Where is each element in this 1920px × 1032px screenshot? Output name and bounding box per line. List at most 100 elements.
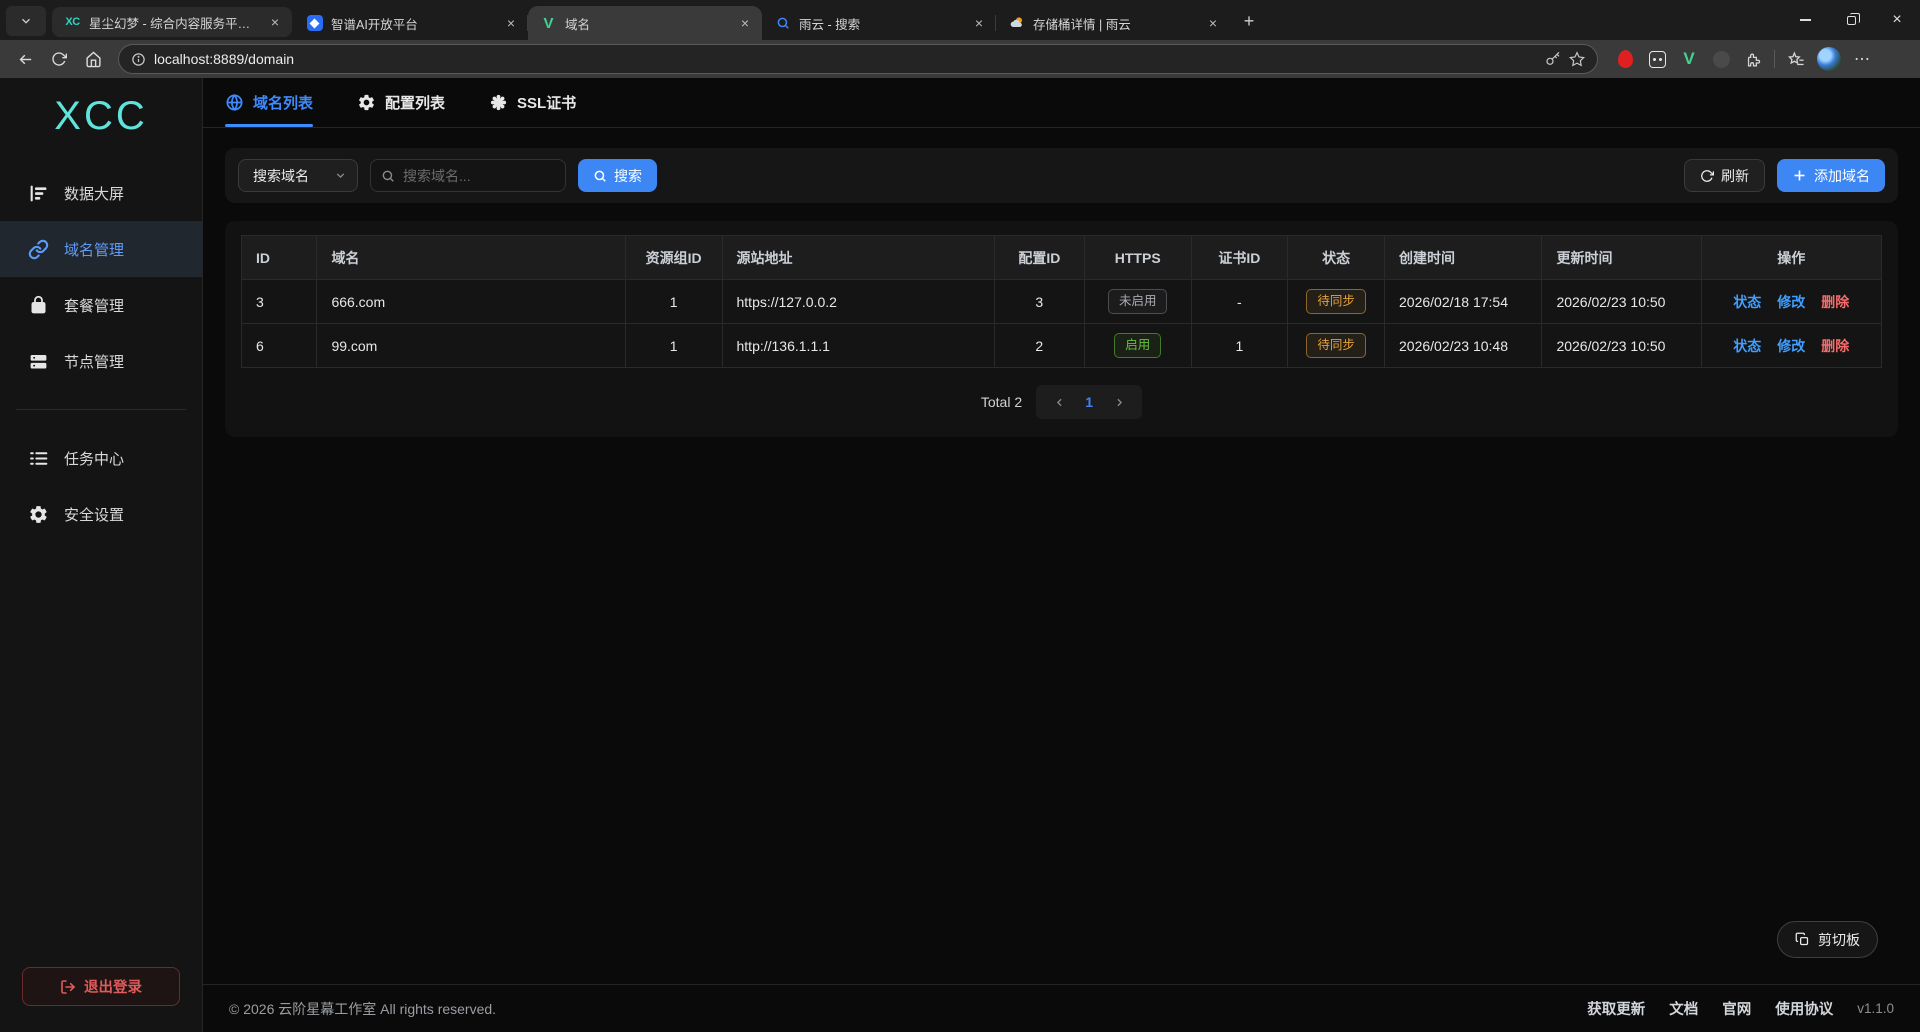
search-icon	[381, 169, 395, 183]
sidebar-item-plans[interactable]: 套餐管理	[0, 277, 202, 333]
bookmark-star-icon[interactable]	[1569, 51, 1585, 67]
github-extension-icon[interactable]	[1710, 48, 1732, 70]
tab-favicon-weather	[1008, 15, 1025, 32]
refresh-icon	[1700, 169, 1714, 183]
select-value: 搜索域名	[253, 166, 309, 186]
chevron-right-icon	[1113, 396, 1126, 409]
cell-ops: 状态 修改 删除	[1701, 280, 1881, 324]
plus-icon	[1792, 168, 1807, 183]
col-ops: 操作	[1701, 236, 1881, 280]
url-text[interactable]: localhost:8889/domain	[154, 51, 1537, 67]
certificate-seal-icon	[489, 93, 508, 112]
tab-search-button[interactable]	[6, 6, 46, 36]
new-tab-button[interactable]: +	[1234, 6, 1264, 36]
address-bar[interactable]: localhost:8889/domain	[118, 44, 1598, 74]
close-window-button[interactable]: ×	[1874, 0, 1920, 40]
sidebar-item-nodes[interactable]: 节点管理	[0, 333, 202, 389]
col-updated: 更新时间	[1542, 236, 1701, 280]
footer-link-docs[interactable]: 文档	[1669, 998, 1698, 1019]
minimize-button[interactable]	[1782, 0, 1828, 40]
tab-close-icon[interactable]: ×	[1204, 14, 1222, 32]
delete-action-link[interactable]: 删除	[1821, 292, 1849, 312]
link-icon	[28, 239, 49, 260]
delete-action-link[interactable]: 删除	[1821, 336, 1849, 356]
chevron-down-icon	[19, 14, 33, 28]
search-input-wrap	[370, 159, 566, 192]
logout-icon	[60, 979, 76, 995]
col-status: 状态	[1288, 236, 1385, 280]
add-domain-button[interactable]: 添加域名	[1777, 159, 1885, 192]
home-icon	[85, 51, 102, 68]
restore-button[interactable]	[1828, 0, 1874, 40]
password-key-icon[interactable]	[1545, 51, 1561, 67]
edit-action-link[interactable]: 修改	[1777, 336, 1805, 356]
profile-avatar[interactable]	[1817, 47, 1841, 71]
sidebar-item-security[interactable]: 安全设置	[0, 486, 202, 542]
browser-tab-5[interactable]: 存储桶详情 | 雨云 ×	[996, 6, 1230, 40]
table-row: 6 99.com 1 http://136.1.1.1 2 启用 1 待同步 2…	[242, 324, 1882, 368]
tab-close-icon[interactable]: ×	[736, 14, 754, 32]
sidebar-item-label: 数据大屏	[64, 183, 124, 204]
chevron-left-icon	[1053, 396, 1066, 409]
sidebar-item-tasks[interactable]: 任务中心	[0, 430, 202, 486]
tab-title: 智谱AI开放平台	[331, 14, 494, 33]
tab-domain-list[interactable]: 域名列表	[225, 78, 313, 127]
back-icon	[17, 51, 34, 68]
footer-link-website[interactable]: 官网	[1722, 998, 1751, 1019]
current-page[interactable]: 1	[1076, 390, 1102, 414]
cell-origin: http://136.1.1.1	[722, 324, 994, 368]
footer-link-terms[interactable]: 使用协议	[1775, 998, 1833, 1019]
browser-tab-active[interactable]: V 域名 ×	[528, 6, 762, 40]
sidebar-item-domains[interactable]: 域名管理	[0, 221, 202, 277]
pagination-total: Total 2	[981, 394, 1022, 410]
footer-link-updates[interactable]: 获取更新	[1587, 998, 1645, 1019]
col-https: HTTPS	[1084, 236, 1191, 280]
sidebar-item-dashboard[interactable]: 数据大屏	[0, 165, 202, 221]
cell-updated: 2026/02/23 10:50	[1542, 324, 1701, 368]
status-action-link[interactable]: 状态	[1733, 336, 1761, 356]
adblock-extension-icon[interactable]	[1614, 48, 1636, 70]
browser-tab-1[interactable]: XC 星尘幻梦 - 综合内容服务平台 | 星 ×	[52, 7, 292, 37]
add-domain-label: 添加域名	[1814, 166, 1870, 186]
search-type-select[interactable]: 搜索域名	[238, 159, 358, 192]
back-button[interactable]	[10, 44, 40, 74]
copyright-text: © 2026 云阶星幕工作室 All rights reserved.	[229, 999, 496, 1019]
refresh-button[interactable]: 刷新	[1684, 159, 1765, 192]
edit-action-link[interactable]: 修改	[1777, 292, 1805, 312]
search-input[interactable]	[403, 168, 555, 184]
sidebar-item-label: 安全设置	[64, 504, 124, 525]
cell-cert: 1	[1191, 324, 1288, 368]
status-action-link[interactable]: 状态	[1733, 292, 1761, 312]
extensions-puzzle-icon[interactable]	[1742, 48, 1764, 70]
favorites-hub-icon[interactable]	[1785, 48, 1807, 70]
reload-button[interactable]	[44, 44, 74, 74]
browser-menu-icon[interactable]	[1851, 48, 1873, 70]
tab-ssl-certs[interactable]: SSL证书	[489, 78, 576, 127]
home-button[interactable]	[78, 44, 108, 74]
cell-domain: 666.com	[317, 280, 625, 324]
cell-domain: 99.com	[317, 324, 625, 368]
next-page-button[interactable]	[1106, 390, 1132, 414]
tab-close-icon[interactable]: ×	[502, 14, 520, 32]
chevron-down-icon	[334, 169, 347, 182]
prev-page-button[interactable]	[1046, 390, 1072, 414]
search-button[interactable]: 搜索	[578, 159, 657, 192]
search-icon	[593, 169, 607, 183]
robot-extension-icon[interactable]	[1646, 48, 1668, 70]
cell-config: 3	[994, 280, 1084, 324]
site-info-icon[interactable]	[131, 52, 146, 67]
clipboard-icon	[1795, 932, 1810, 947]
logout-button[interactable]: 退出登录	[22, 967, 180, 1006]
gear-icon	[28, 504, 49, 525]
browser-tab-4[interactable]: 雨云 - 搜索 ×	[762, 6, 996, 40]
table-row: 3 666.com 1 https://127.0.0.2 3 未启用 - 待同…	[242, 280, 1882, 324]
cell-updated: 2026/02/23 10:50	[1542, 280, 1701, 324]
vue-devtools-extension-icon[interactable]: V	[1678, 48, 1700, 70]
clipboard-button[interactable]: 剪切板	[1777, 921, 1878, 958]
app-logo: XCC	[0, 94, 202, 139]
tab-close-icon[interactable]: ×	[970, 14, 988, 32]
col-config: 配置ID	[994, 236, 1084, 280]
browser-tab-2[interactable]: 智谱AI开放平台 ×	[294, 6, 528, 40]
tab-close-icon[interactable]: ×	[266, 13, 284, 31]
tab-config-list[interactable]: 配置列表	[357, 78, 445, 127]
